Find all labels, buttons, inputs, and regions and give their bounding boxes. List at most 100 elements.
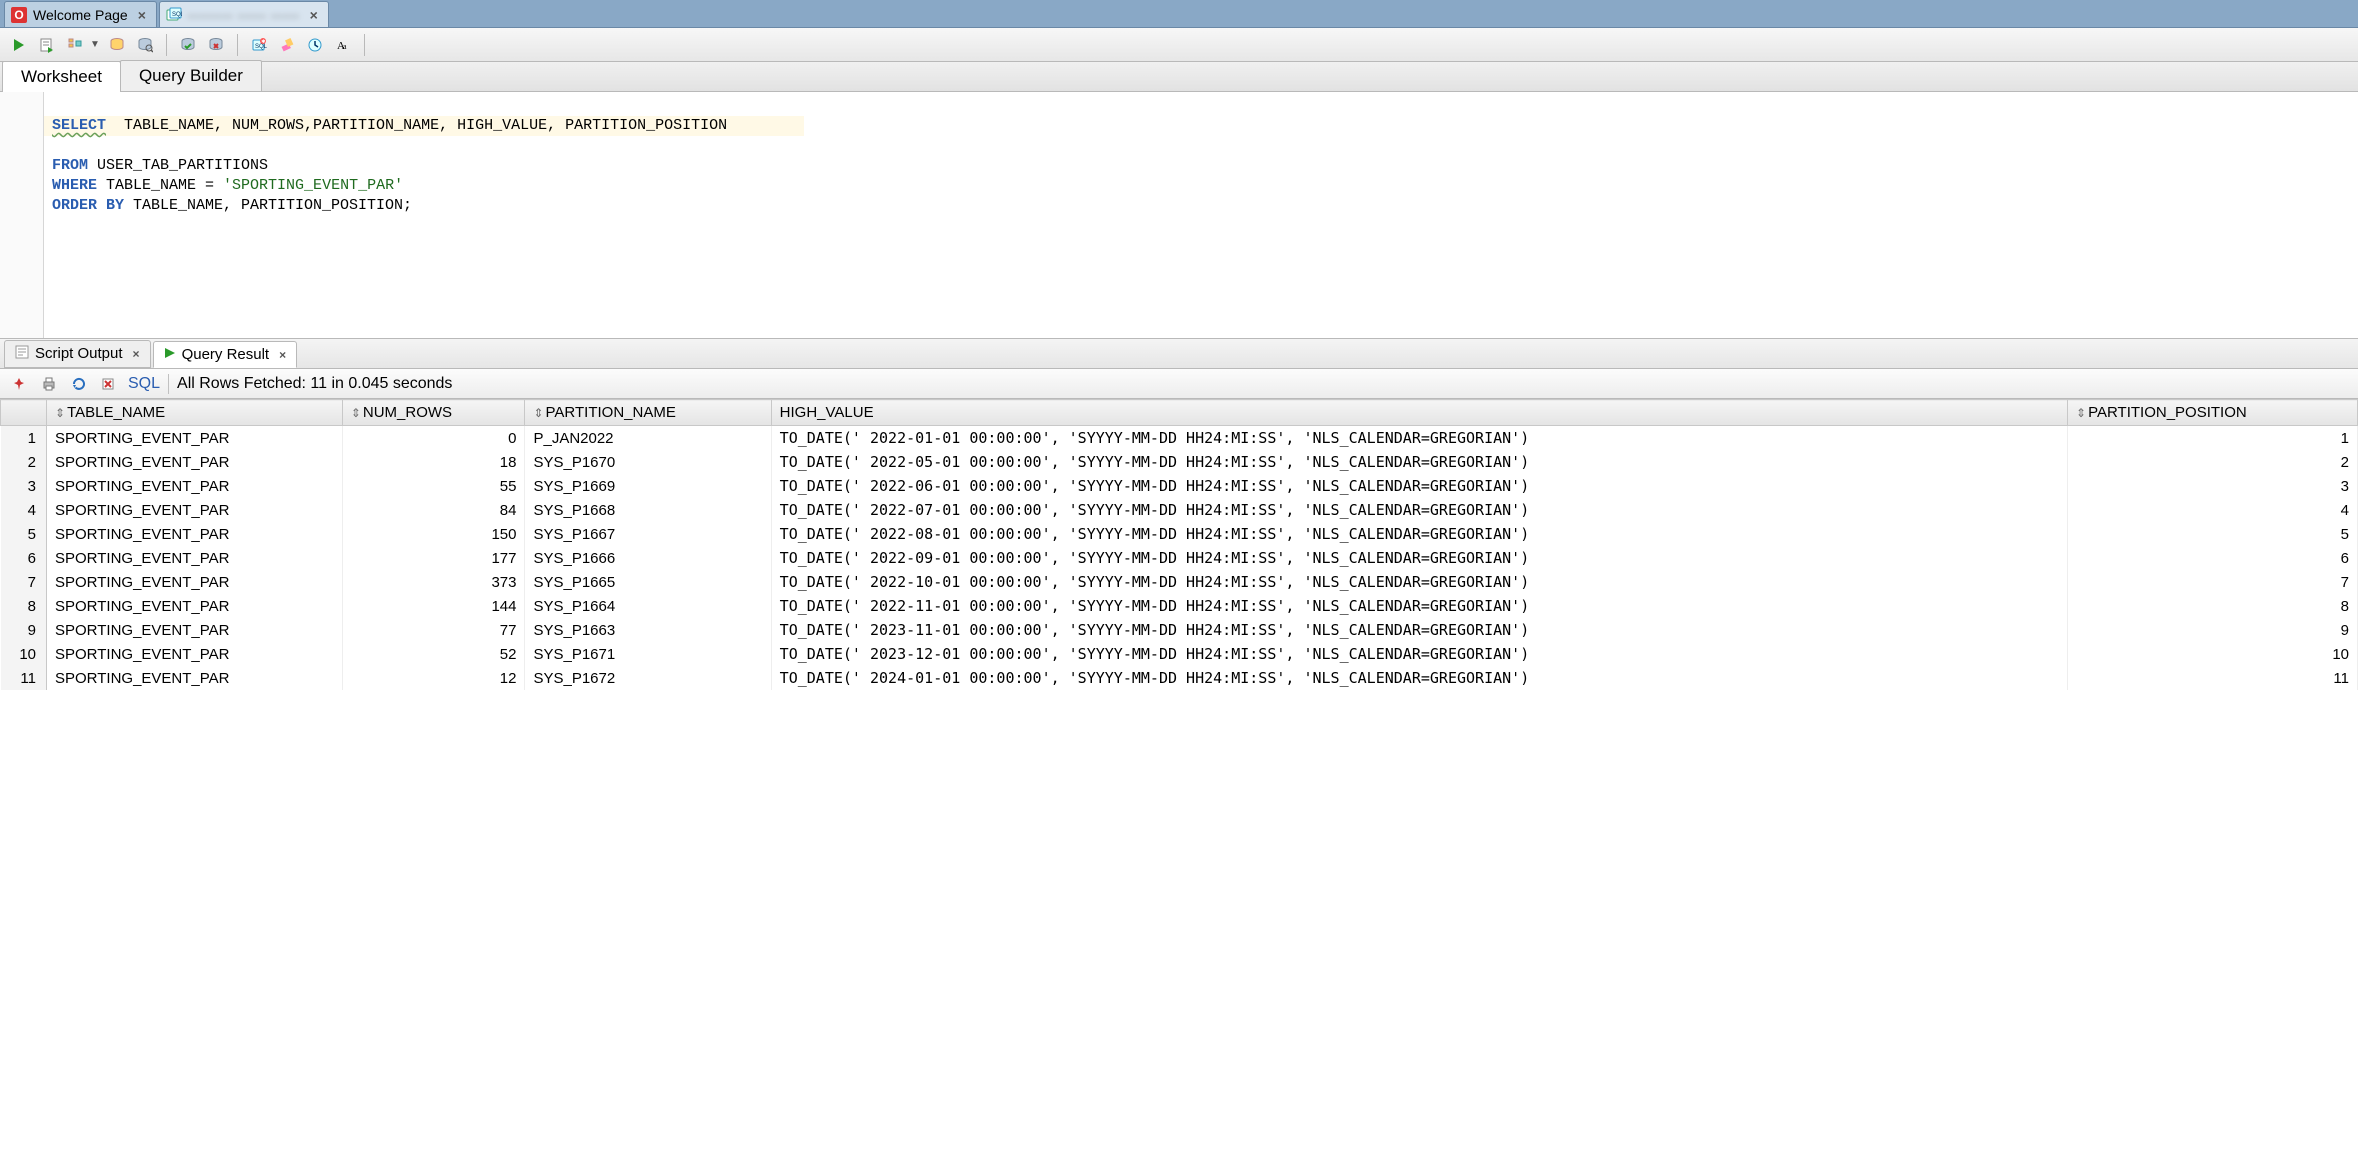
rownum-cell: 5 xyxy=(1,522,47,546)
close-icon[interactable]: × xyxy=(279,348,286,362)
cell-high-value: TO_DATE(' 2022-06-01 00:00:00', 'SYYYY-M… xyxy=(771,474,2067,498)
close-icon[interactable]: × xyxy=(310,7,318,23)
table-row[interactable]: 10SPORTING_EVENT_PAR52SYS_P1671TO_DATE('… xyxy=(1,642,2358,666)
tab-script-output[interactable]: Script Output × xyxy=(4,340,151,368)
refresh-button[interactable] xyxy=(68,373,90,395)
clear-button[interactable] xyxy=(276,34,298,56)
col-high-value[interactable]: HIGH_VALUE xyxy=(771,400,2067,426)
cell-num-rows: 12 xyxy=(342,666,525,690)
tab-query-builder[interactable]: Query Builder xyxy=(120,60,262,91)
oracle-icon: O xyxy=(11,7,27,23)
cell-high-value: TO_DATE(' 2022-05-01 00:00:00', 'SYYYY-M… xyxy=(771,450,2067,474)
cell-num-rows: 77 xyxy=(342,618,525,642)
rownum-cell: 8 xyxy=(1,594,47,618)
cell-high-value: TO_DATE(' 2024-01-01 00:00:00', 'SYYYY-M… xyxy=(771,666,2067,690)
cell-partition-name: SYS_P1668 xyxy=(525,498,771,522)
pin-button[interactable] xyxy=(8,373,30,395)
find-replace-button[interactable]: Aa xyxy=(332,34,354,56)
table-row[interactable]: 2SPORTING_EVENT_PAR18SYS_P1670TO_DATE(' … xyxy=(1,450,2358,474)
cell-partition-name: SYS_P1663 xyxy=(525,618,771,642)
table-row[interactable]: 8SPORTING_EVENT_PAR144SYS_P1664TO_DATE('… xyxy=(1,594,2358,618)
tab-worksheet[interactable]: Worksheet xyxy=(2,61,121,92)
run-statement-button[interactable] xyxy=(8,34,30,56)
sql-keyword: ORDER BY xyxy=(52,197,124,214)
cell-num-rows: 144 xyxy=(342,594,525,618)
rownum-header[interactable] xyxy=(1,400,47,426)
sort-icon: ⇕ xyxy=(533,406,541,420)
col-num-rows[interactable]: ⇕NUM_ROWS xyxy=(342,400,525,426)
cell-table-name: SPORTING_EVENT_PAR xyxy=(47,570,343,594)
col-partition-name[interactable]: ⇕PARTITION_NAME xyxy=(525,400,771,426)
script-output-icon xyxy=(15,345,29,363)
table-row[interactable]: 3SPORTING_EVENT_PAR55SYS_P1669TO_DATE(' … xyxy=(1,474,2358,498)
sql-history-button[interactable] xyxy=(304,34,326,56)
unshared-worksheet-button[interactable]: SQL✱ xyxy=(248,34,270,56)
tab-query-builder-label: Query Builder xyxy=(139,66,243,85)
sql-keyword: SELECT xyxy=(52,117,106,134)
svg-text:✱: ✱ xyxy=(261,39,265,45)
table-row[interactable]: 9SPORTING_EVENT_PAR77SYS_P1663TO_DATE(' … xyxy=(1,618,2358,642)
cell-partition-name: SYS_P1666 xyxy=(525,546,771,570)
col-table-name[interactable]: ⇕TABLE_NAME xyxy=(47,400,343,426)
delete-row-button[interactable] xyxy=(98,373,120,395)
cell-partition-position: 8 xyxy=(2068,594,2358,618)
tab-worksheet-label: Worksheet xyxy=(21,67,102,86)
tab-query-result-label: Query Result xyxy=(182,346,270,363)
cell-num-rows: 0 xyxy=(342,426,525,451)
cell-partition-name: SYS_P1667 xyxy=(525,522,771,546)
sql-editor-content[interactable]: SELECT TABLE_NAME, NUM_ROWS,PARTITION_NA… xyxy=(52,96,2358,338)
query-result-grid[interactable]: ⇕TABLE_NAME ⇕NUM_ROWS ⇕PARTITION_NAME HI… xyxy=(0,399,2358,1170)
close-icon[interactable]: × xyxy=(138,7,146,23)
doctab-welcome-label: Welcome Page xyxy=(33,7,128,23)
result-table: ⇕TABLE_NAME ⇕NUM_ROWS ⇕PARTITION_NAME HI… xyxy=(0,399,2358,690)
sort-icon: ⇕ xyxy=(351,406,359,420)
cell-num-rows: 52 xyxy=(342,642,525,666)
sort-icon: ⇕ xyxy=(2076,406,2084,420)
run-script-button[interactable] xyxy=(36,34,58,56)
doctab-sql-worksheet[interactable]: SQL -------- ----- ----- × xyxy=(159,1,329,27)
cell-table-name: SPORTING_EVENT_PAR xyxy=(47,594,343,618)
dropdown-caret-icon[interactable]: ▼ xyxy=(90,39,100,50)
print-button[interactable] xyxy=(38,373,60,395)
rownum-cell: 4 xyxy=(1,498,47,522)
col-partition-position[interactable]: ⇕PARTITION_POSITION xyxy=(2068,400,2358,426)
cell-partition-name: SYS_P1665 xyxy=(525,570,771,594)
doctab-welcome[interactable]: O Welcome Page × xyxy=(4,1,157,27)
table-row[interactable]: 6SPORTING_EVENT_PAR177SYS_P1666TO_DATE('… xyxy=(1,546,2358,570)
table-row[interactable]: 1SPORTING_EVENT_PAR0P_JAN2022TO_DATE(' 2… xyxy=(1,426,2358,451)
cell-partition-name: SYS_P1671 xyxy=(525,642,771,666)
cell-table-name: SPORTING_EVENT_PAR xyxy=(47,498,343,522)
table-row[interactable]: 7SPORTING_EVENT_PAR373SYS_P1665TO_DATE('… xyxy=(1,570,2358,594)
worksheet-subtabs: Worksheet Query Builder xyxy=(0,62,2358,92)
close-icon[interactable]: × xyxy=(133,347,140,361)
cell-table-name: SPORTING_EVENT_PAR xyxy=(47,642,343,666)
cell-high-value: TO_DATE(' 2023-11-01 00:00:00', 'SYYYY-M… xyxy=(771,618,2067,642)
show-sql-button[interactable]: SQL xyxy=(128,375,160,393)
rownum-cell: 11 xyxy=(1,666,47,690)
sql-keyword: FROM xyxy=(52,157,88,174)
table-row[interactable]: 4SPORTING_EVENT_PAR84SYS_P1668TO_DATE(' … xyxy=(1,498,2358,522)
rollback-button[interactable] xyxy=(205,34,227,56)
cell-partition-position: 9 xyxy=(2068,618,2358,642)
cell-num-rows: 373 xyxy=(342,570,525,594)
cell-high-value: TO_DATE(' 2023-12-01 00:00:00', 'SYYYY-M… xyxy=(771,642,2067,666)
cell-high-value: TO_DATE(' 2022-11-01 00:00:00', 'SYYYY-M… xyxy=(771,594,2067,618)
cell-high-value: TO_DATE(' 2022-08-01 00:00:00', 'SYYYY-M… xyxy=(771,522,2067,546)
cell-num-rows: 18 xyxy=(342,450,525,474)
toolbar-separator xyxy=(364,34,365,56)
table-row[interactable]: 5SPORTING_EVENT_PAR150SYS_P1667TO_DATE('… xyxy=(1,522,2358,546)
table-row[interactable]: 11SPORTING_EVENT_PAR12SYS_P1672TO_DATE('… xyxy=(1,666,2358,690)
cell-partition-name: SYS_P1664 xyxy=(525,594,771,618)
autotrace-button[interactable] xyxy=(106,34,128,56)
cell-table-name: SPORTING_EVENT_PAR xyxy=(47,450,343,474)
cell-partition-position: 7 xyxy=(2068,570,2358,594)
rownum-cell: 2 xyxy=(1,450,47,474)
svg-text:a: a xyxy=(343,42,347,51)
commit-button[interactable] xyxy=(177,34,199,56)
sql-editor[interactable]: SELECT TABLE_NAME, NUM_ROWS,PARTITION_NA… xyxy=(0,92,2358,339)
sql-tuning-button[interactable] xyxy=(134,34,156,56)
toolbar-separator xyxy=(168,374,169,394)
tab-query-result[interactable]: Query Result × xyxy=(153,341,298,368)
cell-partition-position: 4 xyxy=(2068,498,2358,522)
explain-plan-button[interactable] xyxy=(64,34,86,56)
